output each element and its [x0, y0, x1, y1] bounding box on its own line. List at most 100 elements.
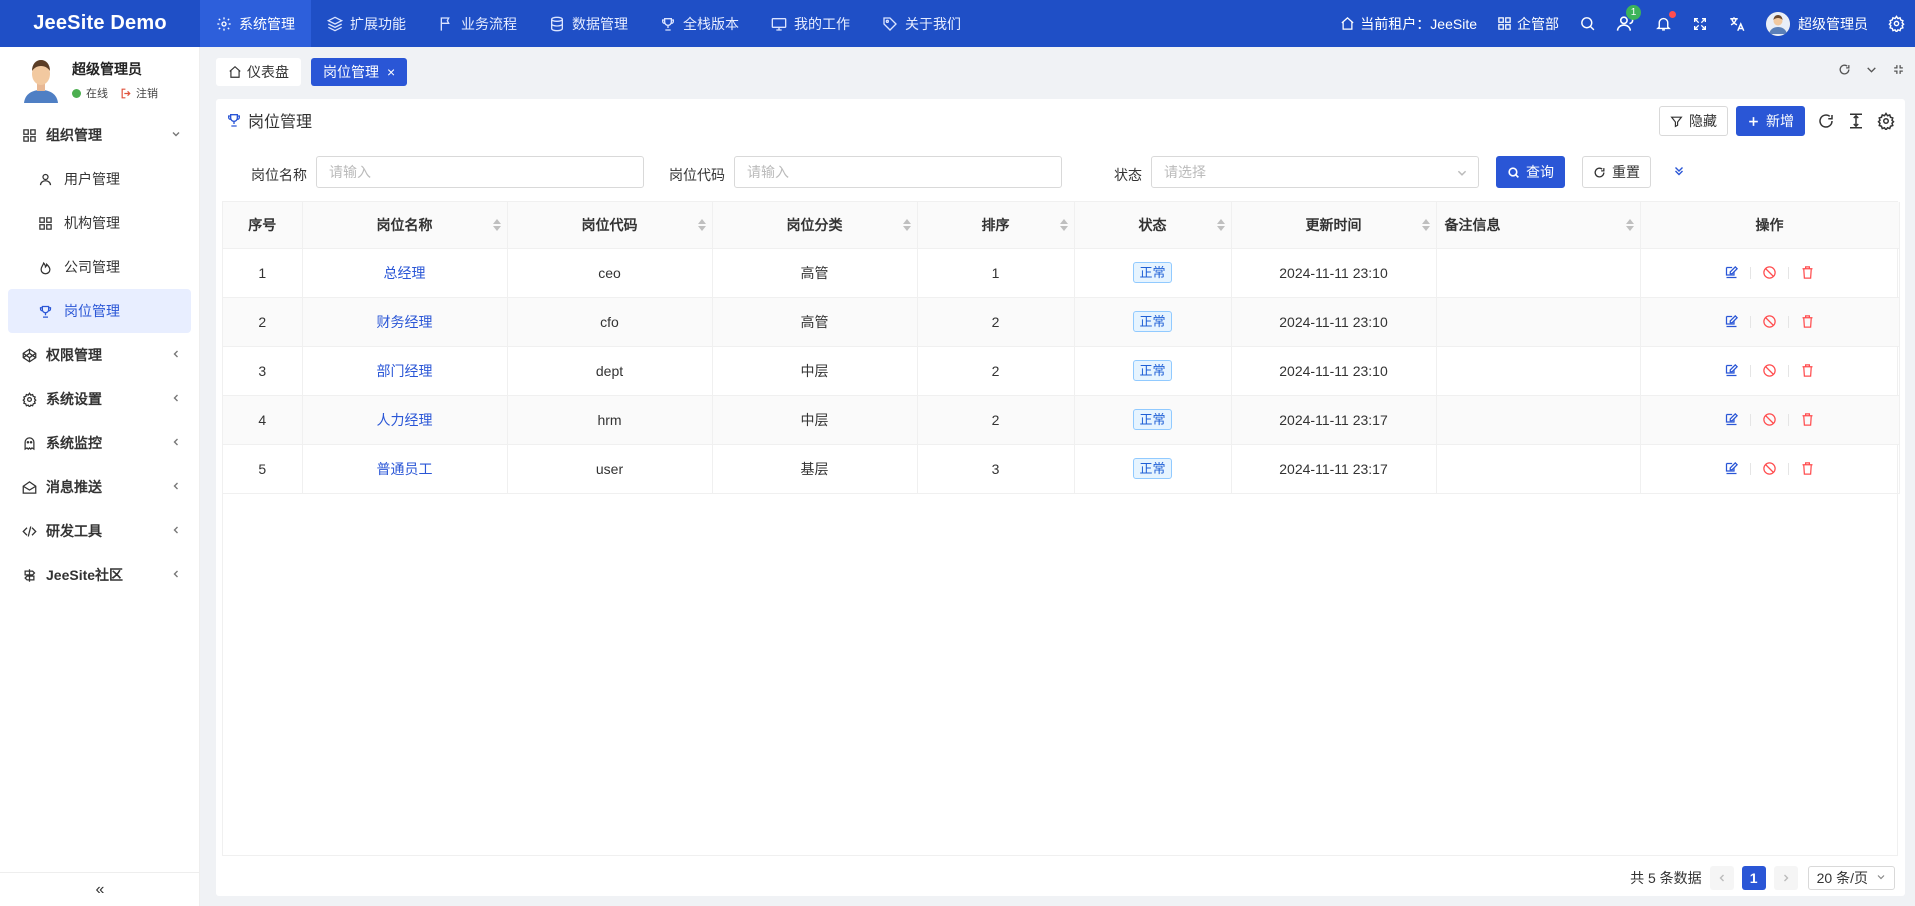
table-row[interactable]: 4 人力经理 hrm 中层 2 正常 2024-11-11 23:17: [223, 395, 1900, 445]
topnav-extend[interactable]: 扩展功能: [311, 0, 422, 47]
tab-dashboard[interactable]: 仪表盘: [216, 58, 301, 86]
chevron-left-icon: [171, 392, 181, 406]
topnav-label: 数据管理: [572, 15, 628, 32]
sort-icon[interactable]: [902, 219, 911, 231]
density-button[interactable]: [1847, 112, 1865, 130]
sidebar-item-message[interactable]: 消息推送: [0, 465, 199, 509]
query-button[interactable]: 查询: [1496, 156, 1565, 188]
disable-icon[interactable]: [1762, 314, 1777, 329]
topnav-mywork[interactable]: 我的工作: [755, 0, 866, 47]
disable-icon[interactable]: [1762, 265, 1777, 280]
disable-icon[interactable]: [1762, 363, 1777, 378]
refresh-icon[interactable]: [1838, 63, 1851, 76]
sort-icon[interactable]: [1421, 219, 1430, 231]
edit-icon[interactable]: [1724, 363, 1739, 378]
sidebar-item-community[interactable]: JeeSite社区: [0, 553, 199, 597]
sort-icon[interactable]: [1625, 219, 1634, 231]
sidebar-item-settings[interactable]: 系统设置: [0, 377, 199, 421]
topnav-system[interactable]: 系统管理: [200, 0, 311, 47]
table-row[interactable]: 1 总经理 ceo 高管 1 正常 2024-11-11 23:10: [223, 248, 1900, 298]
signpost-icon: [22, 568, 40, 583]
sidebar-item-monitor[interactable]: 系统监控: [0, 421, 199, 465]
delete-icon[interactable]: [1800, 461, 1815, 476]
hide-search-button[interactable]: 隐藏: [1659, 106, 1728, 136]
column-settings-button[interactable]: [1877, 112, 1895, 130]
add-button[interactable]: 新增: [1736, 106, 1805, 136]
delete-icon[interactable]: [1800, 265, 1815, 280]
home-icon: [1341, 17, 1354, 30]
translate-icon: [1730, 16, 1745, 31]
row-post-name[interactable]: 部门经理: [302, 346, 508, 396]
avatar: [1766, 11, 1790, 36]
table-row[interactable]: 5 普通员工 user 基层 3 正常 2024-11-11 23:17: [223, 444, 1900, 494]
sidebar-collapse-button[interactable]: «: [0, 872, 200, 906]
topnav-about[interactable]: 关于我们: [866, 0, 977, 47]
row-no: 2: [223, 297, 303, 347]
disable-icon[interactable]: [1762, 461, 1777, 476]
status-select[interactable]: 请选择: [1151, 156, 1479, 188]
close-icon[interactable]: ×: [387, 64, 395, 80]
sort-icon[interactable]: [1216, 219, 1225, 231]
disable-icon[interactable]: [1762, 412, 1777, 427]
edit-icon[interactable]: [1724, 412, 1739, 427]
page-number[interactable]: 1: [1741, 866, 1766, 890]
sidebar-item-label: 系统监控: [46, 435, 102, 451]
sidebar-item-company[interactable]: 公司管理: [0, 245, 199, 289]
prev-page-button[interactable]: [1709, 866, 1734, 890]
logout-button[interactable]: 注销: [120, 85, 158, 101]
chevron-down-icon[interactable]: [1865, 63, 1878, 76]
edit-icon[interactable]: [1724, 314, 1739, 329]
sidebar-item-office[interactable]: 机构管理: [0, 201, 199, 245]
topnav-workflow[interactable]: 业务流程: [422, 0, 533, 47]
table-row[interactable]: 3 部门经理 dept 中层 2 正常 2024-11-11 23:10: [223, 346, 1900, 396]
row-no: 5: [223, 444, 303, 494]
column-header-name[interactable]: 岗位名称: [302, 202, 508, 249]
delete-icon[interactable]: [1800, 412, 1815, 427]
post-name-input[interactable]: 请输入: [316, 156, 644, 188]
row-post-name[interactable]: 总经理: [302, 248, 508, 298]
tab-post-management[interactable]: 岗位管理 ×: [311, 58, 408, 86]
fullscreen-button[interactable]: [1682, 0, 1718, 47]
reset-button[interactable]: 重置: [1582, 156, 1651, 188]
sidebar-item-org[interactable]: 组织管理: [0, 113, 199, 157]
delete-icon[interactable]: [1800, 363, 1815, 378]
app-logo[interactable]: JeeSite Demo: [0, 0, 200, 47]
row-updated: 2024-11-11 23:10: [1231, 297, 1437, 347]
language-button[interactable]: [1718, 0, 1756, 47]
sidebar-item-user[interactable]: 用户管理: [0, 157, 199, 201]
column-header-remark[interactable]: 备注信息: [1436, 202, 1641, 249]
column-header-updated[interactable]: 更新时间: [1231, 202, 1437, 249]
online-users-button[interactable]: 1: [1606, 0, 1645, 47]
refresh-button[interactable]: [1817, 112, 1835, 130]
notification-button[interactable]: [1645, 0, 1682, 47]
next-page-button[interactable]: [1773, 866, 1798, 890]
sidebar-item-post[interactable]: 岗位管理: [8, 289, 191, 333]
column-header-category[interactable]: 岗位分类: [712, 202, 918, 249]
row-post-name[interactable]: 普通员工: [302, 444, 508, 494]
tenant-switch[interactable]: 当前租户：JeeSite: [1330, 0, 1487, 47]
edit-icon[interactable]: [1724, 461, 1739, 476]
sidebar-item-devtools[interactable]: 研发工具: [0, 509, 199, 553]
expand-search-button[interactable]: [1672, 164, 1686, 181]
topnav-fullstack[interactable]: 全栈版本: [644, 0, 755, 47]
settings-button[interactable]: [1878, 0, 1915, 47]
edit-icon[interactable]: [1724, 265, 1739, 280]
sort-icon[interactable]: [492, 219, 501, 231]
post-code-input[interactable]: 请输入: [734, 156, 1062, 188]
org-switch[interactable]: 企管部: [1487, 0, 1569, 47]
row-post-name[interactable]: 人力经理: [302, 395, 508, 445]
row-post-name[interactable]: 财务经理: [302, 297, 508, 347]
column-header-status[interactable]: 状态: [1074, 202, 1232, 249]
column-header-sort[interactable]: 排序: [917, 202, 1075, 249]
collapse-icon[interactable]: [1892, 63, 1905, 76]
column-header-code[interactable]: 岗位代码: [507, 202, 713, 249]
page-size-select[interactable]: 20 条/页: [1807, 866, 1895, 890]
topnav-data[interactable]: 数据管理: [533, 0, 644, 47]
sidebar-item-permission[interactable]: 权限管理: [0, 333, 199, 377]
sort-icon[interactable]: [697, 219, 706, 231]
table-row[interactable]: 2 财务经理 cfo 高管 2 正常 2024-11-11 23:10: [223, 297, 1900, 347]
delete-icon[interactable]: [1800, 314, 1815, 329]
user-menu[interactable]: 超级管理员: [1756, 0, 1878, 47]
sort-icon[interactable]: [1059, 219, 1068, 231]
search-button[interactable]: [1569, 0, 1606, 47]
